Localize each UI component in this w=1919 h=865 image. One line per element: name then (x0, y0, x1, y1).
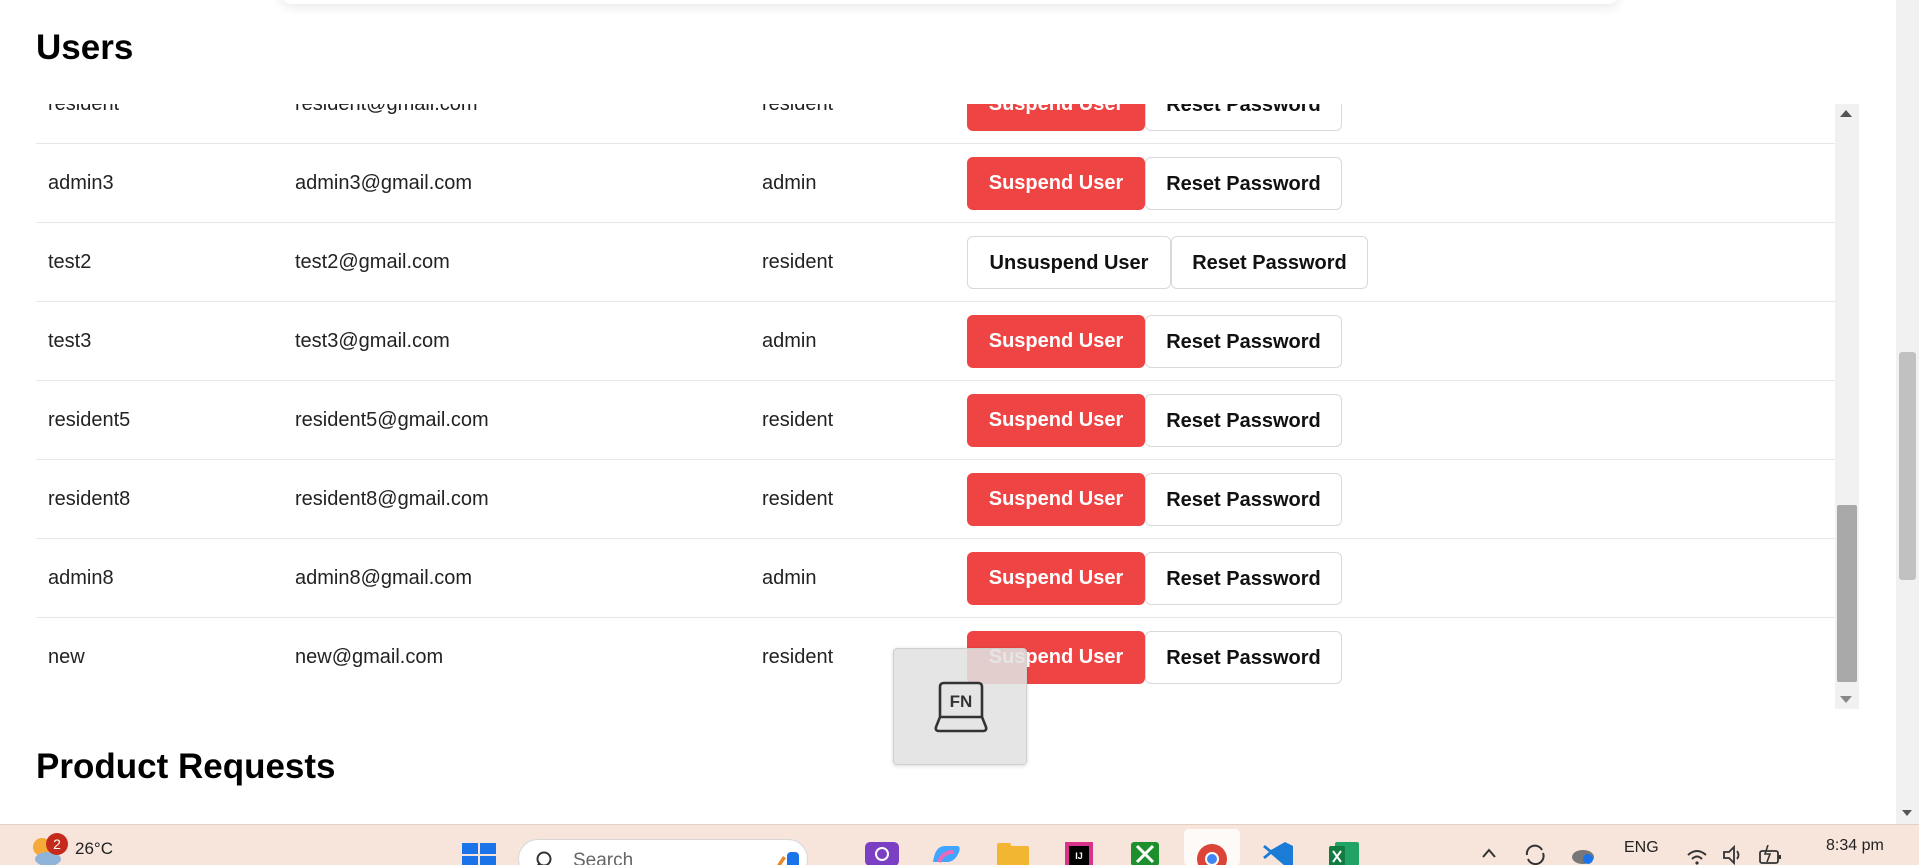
svg-text:IJ: IJ (1075, 851, 1083, 861)
table-row: resident resident@gmail.com resident Sus… (36, 104, 1835, 144)
onedrive-icon[interactable] (1570, 843, 1596, 865)
suspend-user-button[interactable]: Suspend User (967, 157, 1145, 210)
sync-icon[interactable] (1523, 843, 1547, 865)
reset-password-button[interactable]: Reset Password (1171, 236, 1368, 289)
email-cell: admin3@gmail.com (295, 172, 473, 194)
taskbar: 2 26°C Search IJ ENG 8:34 pm (0, 824, 1919, 865)
email-cell: admin8@gmail.com (295, 567, 473, 589)
page-scrollbar[interactable] (1896, 0, 1919, 824)
copilot-icon[interactable] (865, 842, 899, 865)
vscode-icon[interactable] (1261, 842, 1295, 865)
table-row: resident5 resident5@gmail.com resident S… (36, 381, 1835, 460)
role-cell: resident (762, 409, 834, 431)
username-cell: resident (48, 104, 120, 115)
email-cell: test2@gmail.com (295, 251, 450, 273)
reset-password-button[interactable]: Reset Password (1145, 473, 1342, 526)
suspend-user-button[interactable]: Suspend User (967, 104, 1145, 131)
email-cell: resident8@gmail.com (295, 488, 489, 510)
page-scroll-down-arrow-icon[interactable] (1902, 810, 1912, 816)
volume-icon[interactable] (1722, 845, 1744, 865)
notification-badge: 2 (46, 833, 68, 855)
suspend-user-button[interactable]: Suspend User (967, 394, 1145, 447)
role-cell: resident (762, 646, 834, 668)
table-scrollbar[interactable] (1835, 104, 1859, 709)
search-placeholder: Search (573, 850, 634, 865)
language-indicator[interactable]: ENG (1624, 839, 1659, 857)
taskbar-search-box[interactable]: Search (518, 839, 808, 865)
email-cell: resident@gmail.com (295, 104, 478, 115)
username-cell: resident5 (48, 409, 131, 431)
page: Users resident resident@gmail.com reside… (0, 0, 1919, 865)
copilot-app-icon[interactable] (929, 842, 963, 865)
scroll-down-arrow-icon[interactable] (1840, 696, 1852, 703)
fn-key-label: FN (950, 692, 973, 711)
table-row: test3 test3@gmail.com admin Suspend User… (36, 302, 1835, 381)
wifi-icon[interactable] (1686, 847, 1708, 865)
role-cell: admin (762, 172, 817, 194)
email-cell: new@gmail.com (295, 646, 444, 668)
reset-password-button[interactable]: Reset Password (1145, 315, 1342, 368)
reset-password-button[interactable]: Reset Password (1145, 552, 1342, 605)
search-highlight-icon (777, 852, 799, 865)
reset-password-button[interactable]: Reset Password (1145, 631, 1342, 684)
unsuspend-user-button[interactable]: Unsuspend User (967, 236, 1171, 289)
file-explorer-icon[interactable] (996, 842, 1030, 865)
role-cell: admin (762, 330, 817, 352)
table-row: admin3 admin3@gmail.com admin Suspend Us… (36, 144, 1835, 223)
email-cell: test3@gmail.com (295, 330, 450, 352)
suspend-user-button[interactable]: Suspend User (967, 473, 1145, 526)
username-cell: test3 (48, 330, 92, 352)
table-scrollbar-thumb[interactable] (1837, 505, 1857, 682)
username-cell: admin8 (48, 567, 114, 589)
role-cell: admin (762, 567, 817, 589)
username-cell: resident8 (48, 488, 131, 510)
chrome-icon[interactable] (1195, 842, 1229, 865)
reset-password-button[interactable]: Reset Password (1145, 157, 1342, 210)
page-scrollbar-thumb[interactable] (1899, 352, 1916, 580)
fn-key-icon: FN (934, 681, 988, 733)
table-row: test2 test2@gmail.com resident Unsuspend… (36, 223, 1835, 302)
xbox-icon[interactable] (1128, 842, 1162, 865)
role-cell: resident (762, 488, 834, 510)
chevron-up-icon[interactable] (1481, 847, 1497, 859)
excel-icon[interactable] (1327, 842, 1361, 865)
search-icon (536, 851, 552, 865)
scroll-up-arrow-icon[interactable] (1840, 110, 1852, 117)
suspend-user-button[interactable]: Suspend User (967, 552, 1145, 605)
users-section-title: Users (36, 28, 134, 67)
email-cell: resident5@gmail.com (295, 409, 489, 431)
suspend-user-button[interactable]: Suspend User (967, 315, 1145, 368)
clock-time[interactable]: 8:34 pm (1826, 837, 1884, 855)
username-cell: new (48, 646, 85, 668)
fn-key-overlay: FN (893, 648, 1027, 765)
table-row: admin8 admin8@gmail.com admin Suspend Us… (36, 539, 1835, 618)
product-requests-section-title: Product Requests (36, 747, 336, 786)
username-cell: test2 (48, 251, 92, 273)
role-cell: resident (762, 104, 834, 115)
role-cell: resident (762, 251, 834, 273)
username-cell: admin3 (48, 172, 114, 194)
reset-password-button[interactable]: Reset Password (1145, 394, 1342, 447)
reset-password-button[interactable]: Reset Password (1145, 104, 1342, 131)
weather-temperature[interactable]: 26°C (75, 839, 113, 859)
table-row: resident8 resident8@gmail.com resident S… (36, 460, 1835, 539)
battery-icon[interactable] (1758, 845, 1784, 865)
top-card-edge (280, 0, 1620, 4)
users-table[interactable]: resident resident@gmail.com resident Sus… (36, 104, 1859, 709)
intellij-icon[interactable]: IJ (1062, 842, 1096, 865)
start-icon[interactable] (462, 843, 496, 865)
